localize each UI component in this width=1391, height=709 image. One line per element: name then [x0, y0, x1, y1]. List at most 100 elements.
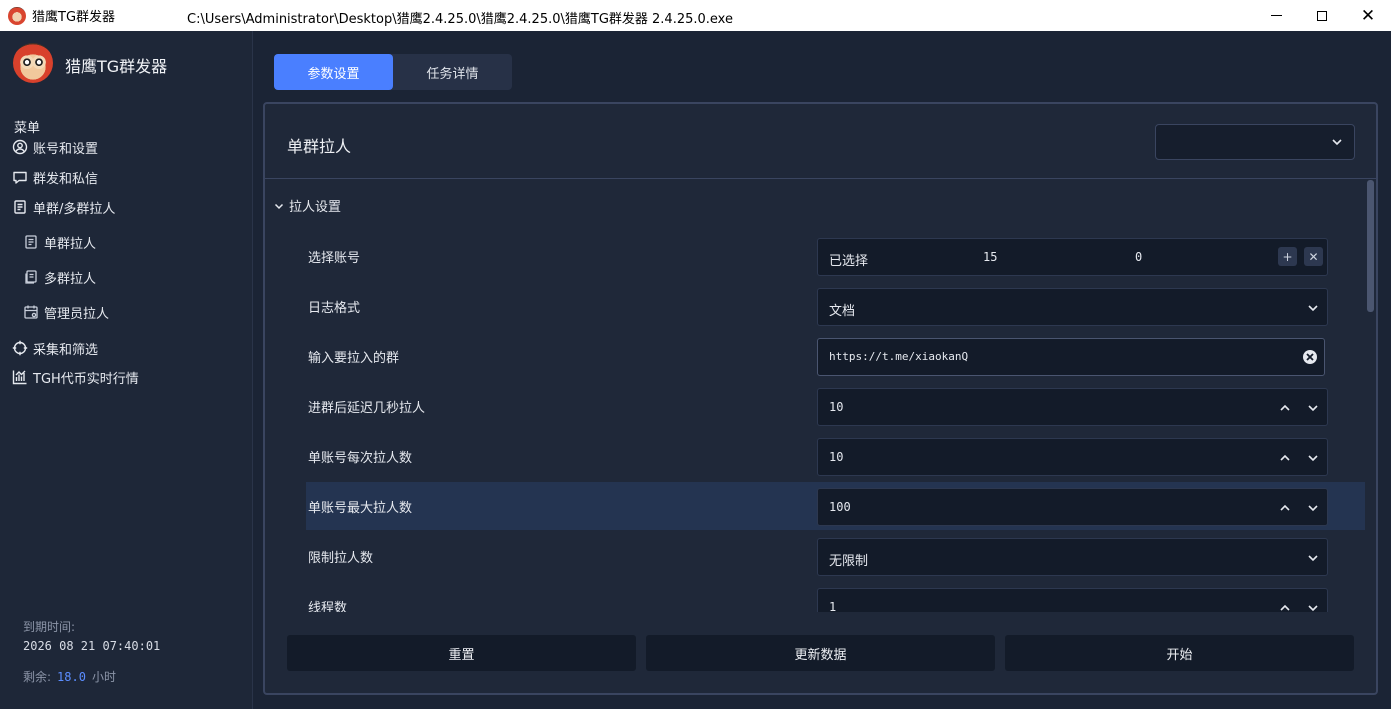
section-title: 拉人设置	[289, 200, 342, 215]
crosshair-icon	[12, 340, 28, 356]
max-per-account-spinbox[interactable]: 100	[817, 488, 1328, 526]
title-bar: 猎鹰TG群发器 C:\Users\Administrator\Desktop\猎…	[0, 0, 1391, 31]
log-format-value: 文档	[829, 304, 856, 319]
sidebar-item-label: 账号和设置	[33, 141, 99, 157]
sidebar-item-label: 单群/多群拉人	[33, 201, 116, 217]
remaining-time: 剩余: 18.0 小时	[23, 668, 116, 685]
remain-unit: 小时	[91, 670, 116, 684]
chevron-up-icon[interactable]	[1277, 400, 1293, 416]
sidebar-item-label: TGH代币实时行情	[33, 371, 139, 387]
main-panel: 单群拉人 拉人设置 选择账号 已选择 15 0 + ✕ 日志格式 文档 输入要拉…	[263, 102, 1378, 695]
group-url-input[interactable]: https://t.me/xiaokanQ	[817, 338, 1325, 376]
expire-value: 2026 08 21 07:40:01	[23, 639, 161, 653]
app-title: 猎鹰TG群发器	[32, 10, 116, 25]
chevron-down-icon[interactable]	[1305, 600, 1321, 612]
add-account-button[interactable]: +	[1278, 247, 1297, 266]
remain-label: 剩余:	[23, 670, 52, 684]
owl-logo-icon	[13, 43, 53, 83]
tab-task-details[interactable]: 任务详情	[393, 54, 512, 90]
sidebar-item-label: 群发和私信	[33, 171, 99, 187]
account-selected-count: 15	[983, 250, 998, 264]
chevron-down-icon	[1332, 139, 1342, 146]
form-row-delay: 进群后延迟几秒拉人 10	[306, 382, 1365, 430]
sidebar-item-broadcast[interactable]: 群发和私信	[12, 166, 98, 188]
sidebar-item-group-pull[interactable]: 单群/多群拉人	[12, 196, 115, 218]
threads-spinbox[interactable]: 1	[817, 588, 1328, 612]
chevron-up-icon[interactable]	[1277, 500, 1293, 516]
document-icon	[12, 199, 28, 215]
form-label: 单账号每次拉人数	[308, 451, 413, 466]
start-button[interactable]: 开始	[1005, 635, 1354, 671]
form-row-max-per-account: 单账号最大拉人数 100	[306, 482, 1365, 530]
scrollbar-thumb[interactable]	[1367, 180, 1374, 312]
clear-input-icon[interactable]	[1303, 350, 1317, 364]
chevron-down-icon	[1308, 305, 1318, 312]
sidebar-item-account-settings[interactable]: 账号和设置	[12, 136, 98, 158]
tab-bar: 参数设置 任务详情	[274, 54, 512, 90]
form-label: 线程数	[308, 601, 348, 612]
chat-bubble-icon	[12, 169, 28, 185]
form-row-limit: 限制拉人数 无限制	[306, 532, 1365, 580]
clear-account-button[interactable]: ✕	[1304, 247, 1323, 266]
per-time-spinbox[interactable]: 10	[817, 438, 1328, 476]
documents-icon	[23, 269, 39, 285]
chevron-up-icon[interactable]	[1277, 450, 1293, 466]
brand-title: 猎鹰TG群发器	[65, 57, 168, 76]
sidebar-item-label: 多群拉人	[44, 271, 97, 287]
sidebar: 猎鹰TG群发器 菜单 账号和设置 群发和私信 单群/多群拉人 单群拉人 多群拉人	[0, 31, 253, 709]
user-circle-icon	[12, 139, 28, 155]
tab-parameters[interactable]: 参数设置	[274, 54, 393, 90]
chart-icon	[12, 369, 28, 385]
expire-label: 到期时间:	[23, 620, 76, 634]
sidebar-item-admin-pull[interactable]: 管理员拉人	[23, 301, 109, 323]
limit-select[interactable]: 无限制	[817, 538, 1328, 576]
form-label: 限制拉人数	[308, 551, 374, 566]
sidebar-item-collect-filter[interactable]: 采集和筛选	[12, 337, 98, 359]
sidebar-item-label: 采集和筛选	[33, 342, 99, 358]
window-path: C:\Users\Administrator\Desktop\猎鹰2.4.25.…	[187, 12, 733, 27]
log-format-select[interactable]: 文档	[817, 288, 1328, 326]
calendar-user-icon	[23, 304, 39, 320]
max-per-account-value: 100	[829, 500, 851, 514]
delay-spinbox[interactable]: 10	[817, 388, 1328, 426]
form-row-threads: 线程数 1	[306, 582, 1365, 612]
chevron-up-icon[interactable]	[1277, 600, 1293, 612]
form-row-account: 选择账号 已选择 15 0 + ✕	[306, 232, 1365, 280]
maximize-button[interactable]	[1299, 0, 1345, 31]
sidebar-item-label: 管理员拉人	[44, 306, 110, 322]
chevron-down-icon[interactable]	[1305, 450, 1321, 466]
form-label: 进群后延迟几秒拉人	[308, 401, 426, 416]
chevron-down-icon[interactable]	[1305, 400, 1321, 416]
sidebar-item-single-group[interactable]: 单群拉人	[23, 231, 96, 253]
threads-value: 1	[829, 600, 837, 612]
sidebar-item-multi-group[interactable]: 多群拉人	[23, 266, 96, 288]
account-selected-text: 已选择	[829, 254, 869, 269]
panel-title: 单群拉人	[287, 137, 352, 156]
chevron-down-icon	[273, 200, 285, 212]
remain-value: 18.0	[57, 670, 86, 684]
refresh-data-button[interactable]: 更新数据	[646, 635, 995, 671]
close-button[interactable]: ✕	[1345, 0, 1391, 31]
delay-value: 10	[829, 400, 844, 414]
mode-select[interactable]	[1155, 124, 1355, 160]
sidebar-item-token-market[interactable]: TGH代币实时行情	[12, 366, 139, 388]
per-time-value: 10	[829, 450, 844, 464]
form-label: 日志格式	[308, 301, 361, 316]
maximize-icon	[1317, 10, 1327, 21]
account-selector[interactable]: 已选择 15 0 + ✕	[817, 238, 1328, 276]
reset-button[interactable]: 重置	[287, 635, 636, 671]
account-other-count: 0	[1135, 250, 1143, 264]
minimize-button[interactable]	[1253, 0, 1299, 31]
close-icon: ✕	[1360, 5, 1376, 26]
app-owl-icon	[8, 6, 26, 25]
section-header-pull-settings[interactable]: 拉人设置	[273, 196, 341, 215]
chevron-down-icon[interactable]	[1305, 500, 1321, 516]
form-label: 单账号最大拉人数	[308, 501, 413, 516]
group-url-value: https://t.me/xiaokanQ	[829, 350, 969, 363]
chevron-down-icon	[1308, 555, 1318, 562]
form-row-log-format: 日志格式 文档	[306, 282, 1365, 330]
form-label: 选择账号	[308, 251, 361, 266]
settings-scroll-area[interactable]: 拉人设置 选择账号 已选择 15 0 + ✕ 日志格式 文档 输入要拉入的群 h…	[265, 179, 1365, 612]
sidebar-item-label: 单群拉人	[44, 236, 97, 252]
menu-heading: 菜单	[14, 121, 41, 136]
